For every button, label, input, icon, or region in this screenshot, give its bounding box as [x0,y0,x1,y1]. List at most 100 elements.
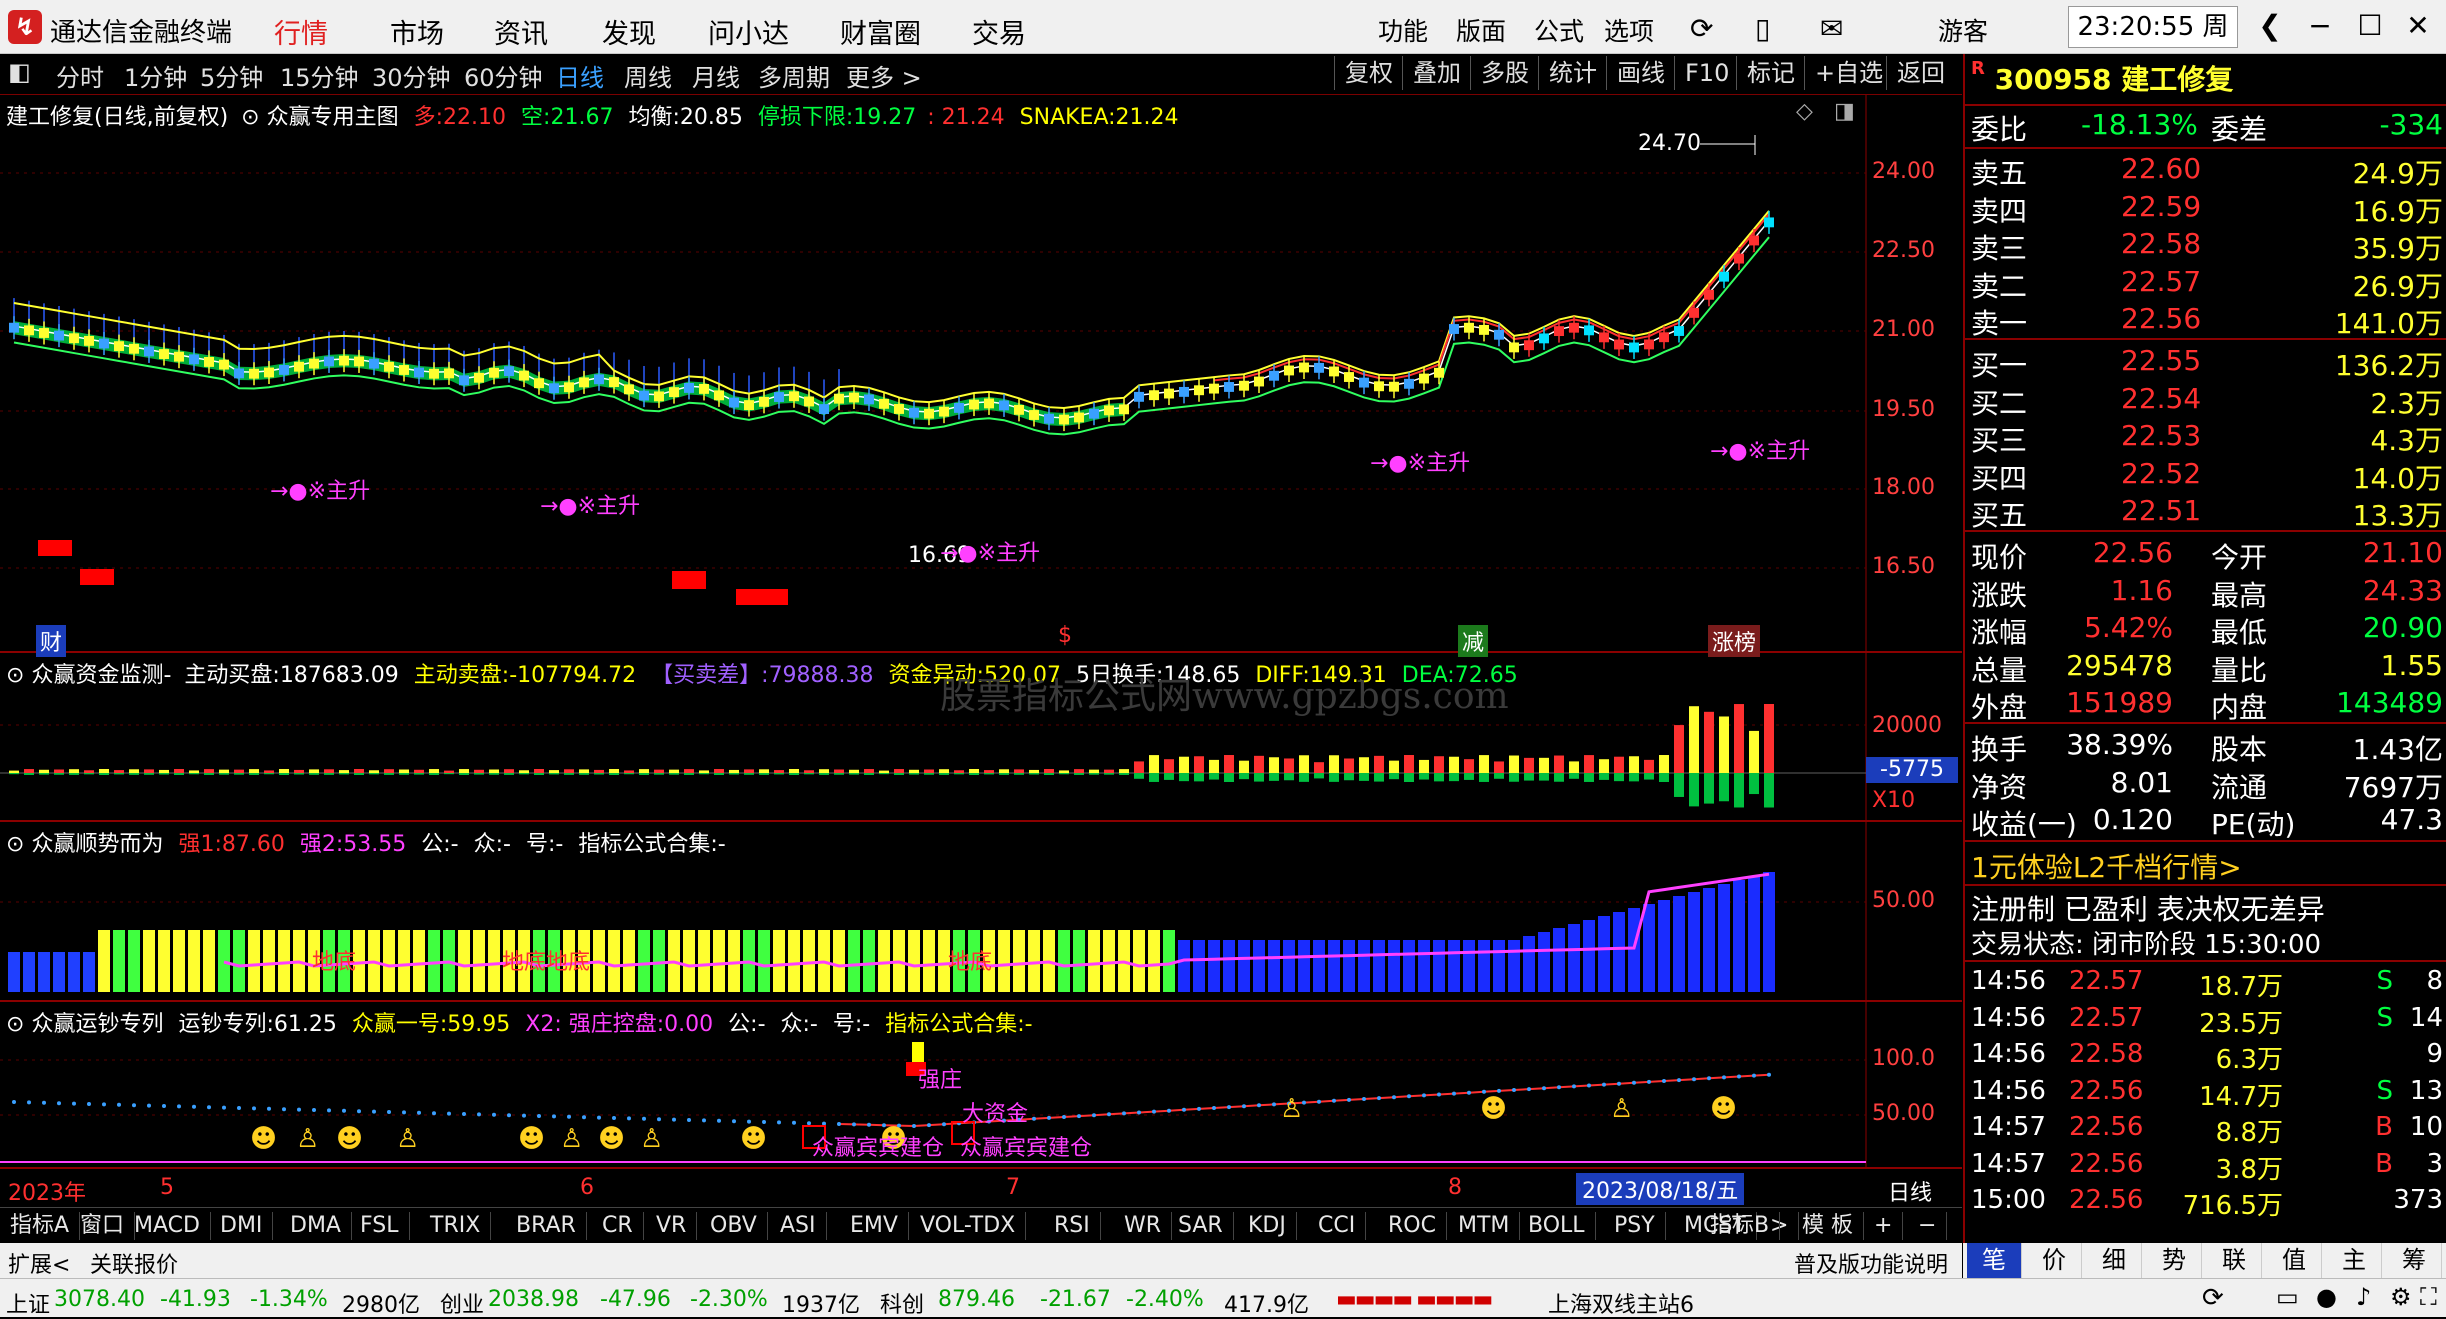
period-30min[interactable]: 30分钟 [372,58,451,93]
tool-duogu[interactable]: 多股 [1470,56,1539,90]
indicator-tab-19[interactable]: ROC [1378,1212,1447,1240]
indicator-tab-8[interactable]: CR [592,1212,644,1240]
stats-row-1: 涨跌 1.16 最高 24.33 [1971,573,2443,612]
sync-icon[interactable]: ⟳ [2202,1283,2224,1313]
nav-faxian[interactable]: 发现 [590,8,668,55]
main-chart-pane[interactable]: 建工修复(日线,前复权) ⊙ 众赢专用主图 多:22.10 空:21.67 均衡… [0,95,1962,657]
nav-jiaoyi[interactable]: 交易 [960,8,1038,55]
stats-row-1-3: 24.33 [2362,573,2443,607]
tool-tongji[interactable]: 统计 [1538,56,1607,90]
promo-link[interactable]: 1元体验L2千档行情> [1971,846,2242,886]
indicator-right-0[interactable]: 指标B [1700,1212,1781,1240]
fund-row-2-1: 0.120 [2092,803,2173,836]
tool-add-watchlist[interactable]: +自选 [1804,56,1893,90]
menu-gongneng[interactable]: 功能 [1378,12,1428,48]
menu-xuanxiang[interactable]: 选项 [1604,12,1654,48]
indicator-right-1[interactable]: 模 板 [1792,1212,1864,1240]
quote-tab-1[interactable]: 价 [2027,1243,2082,1278]
tool-f10[interactable]: F10 [1674,56,1739,90]
related-quote-button[interactable]: 关联报价 [90,1247,178,1279]
period-weekly[interactable]: 周线 [624,58,672,93]
back-arrow-icon[interactable]: ❮ [2250,8,2290,44]
quote-panel: R 300958 建工修复 委比 -18.13% 委差 -334 1元体验L2千… [1963,54,2446,1266]
mail-icon[interactable]: ✉ [1820,12,1843,45]
quote-tab-3[interactable]: 势 [2147,1243,2202,1278]
fund-monitor-pane[interactable]: ⊙ 众赢资金监测- 主动买盘:187683.09 主动卖盘:-107794.72… [0,653,1962,822]
money-train-pane[interactable]: ⊙ 众赢运钞专列 运钞专列:61.25 众赢一号:59.95 X2: 强庄控盘:… [0,1002,1962,1167]
close-icon[interactable]: ✕ [2398,8,2438,44]
indicator-right-3[interactable]: − [1908,1212,1948,1240]
indicator-tab-18[interactable]: CCI [1308,1212,1367,1240]
fund-row-2: 收益(一) 0.120 PE(动) 47.3 [1971,803,2443,841]
indicator-right-2[interactable]: + [1864,1212,1904,1240]
indicator-tab-20[interactable]: MTM [1448,1212,1521,1240]
maximize-icon[interactable]: ☐ [2350,8,2390,44]
indicator-tab-11[interactable]: ASI [770,1212,827,1240]
layout-toggle-icon[interactable]: ◧ [8,58,31,86]
stock-header: R 300958 建工修复 [1971,58,2233,98]
nav-wenxiaoda[interactable]: 问小达 [696,8,801,55]
indicator-tab-13[interactable]: VOL-TDX [910,1212,1027,1240]
indicator-tab-17[interactable]: KDJ [1238,1212,1297,1240]
minimize-icon[interactable]: − [2300,8,2340,44]
phone-icon[interactable]: ▯ [1755,12,1770,45]
stats-row-2-1: 5.42% [2084,611,2173,644]
indicator-tab-4[interactable]: DMA [280,1212,352,1240]
indicator-tab-16[interactable]: SAR [1168,1212,1234,1240]
tool-biaoji[interactable]: 标记 [1736,56,1805,90]
indicator-tab-12[interactable]: EMV [840,1212,909,1240]
period-5min[interactable]: 5分钟 [200,58,263,93]
trend-pane[interactable]: ⊙ 众赢顺势而为 强1:87.60 强2:53.55 公:- 众:- 号:- 指… [0,822,1962,1002]
nav-hangqing[interactable]: 行情 [262,8,340,58]
bell-icon[interactable]: ♪ [2356,1283,2371,1311]
indicator-tab-10[interactable]: OBV [700,1212,768,1240]
period-60min[interactable]: 60分钟 [464,58,543,93]
fullscreen-icon[interactable]: ⛶ [2420,1283,2437,1311]
period-monthly[interactable]: 月线 [692,58,740,93]
window-icon[interactable]: ▭ [2276,1283,2299,1311]
buy-row-3-price: 22.53 [2121,419,2202,452]
refresh-icon[interactable]: ⟳ [1690,12,1713,45]
indicator-tab-15[interactable]: WR [1114,1212,1173,1240]
help-link[interactable]: 普及版功能说明 [1794,1247,1948,1279]
user-label[interactable]: 游客 [1938,12,1988,48]
menu-gongshi[interactable]: 公式 [1534,12,1584,48]
indicator-tab-2[interactable]: MACD [124,1212,211,1240]
period-multi[interactable]: 多周期 [758,58,830,93]
quote-tab-6[interactable]: 主 [2327,1243,2382,1278]
nav-shichang[interactable]: 市场 [378,8,456,55]
quote-tab-0[interactable]: 笔 [1967,1243,2022,1278]
quote-tab-7[interactable]: 筹 [2387,1243,2442,1278]
kc-label[interactable]: 科创 [880,1287,924,1319]
coin-icon[interactable]: ● [2316,1283,2337,1311]
period-daily[interactable]: 日线 [556,58,604,93]
indicator-tab-3[interactable]: DMI [210,1212,274,1240]
settings-icon[interactable]: ⚙ [2390,1283,2412,1311]
quote-tab-5[interactable]: 值 [2267,1243,2322,1278]
quote-tab-4[interactable]: 联 [2207,1243,2262,1278]
server-label[interactable]: 上海双线主站6 [1548,1287,1694,1319]
indicator-tab-21[interactable]: BOLL [1518,1212,1596,1240]
nav-caifuquan[interactable]: 财富圈 [828,8,933,55]
sh-label[interactable]: 上证 [6,1287,50,1319]
indicator-tab-0[interactable]: 指标A [0,1212,81,1240]
period-15min[interactable]: 15分钟 [280,58,359,93]
quote-tab-2[interactable]: 细 [2087,1243,2142,1278]
tool-diejia[interactable]: 叠加 [1402,56,1471,90]
tool-huaxian[interactable]: 画线 [1606,56,1675,90]
tool-fuquan[interactable]: 复权 [1334,56,1403,90]
indicator-tab-22[interactable]: PSY [1604,1212,1666,1240]
indicator-tab-7[interactable]: BRAR [506,1212,587,1240]
period-more[interactable]: 更多 > [846,58,922,93]
indicator-tab-9[interactable]: VR [646,1212,698,1240]
tool-back[interactable]: 返回 [1886,56,1955,90]
indicator-tab-6[interactable]: TRIX [420,1212,492,1240]
menu-banmian[interactable]: 版面 [1456,12,1506,48]
period-fenshi[interactable]: 分时 [56,58,104,93]
cy-label[interactable]: 创业 [440,1287,484,1319]
period-1min[interactable]: 1分钟 [124,58,187,93]
nav-zixun[interactable]: 资讯 [482,8,560,55]
indicator-tab-5[interactable]: FSL [350,1212,410,1240]
indicator-tab-14[interactable]: RSI [1044,1212,1101,1240]
extend-button[interactable]: 扩展< [8,1247,70,1279]
